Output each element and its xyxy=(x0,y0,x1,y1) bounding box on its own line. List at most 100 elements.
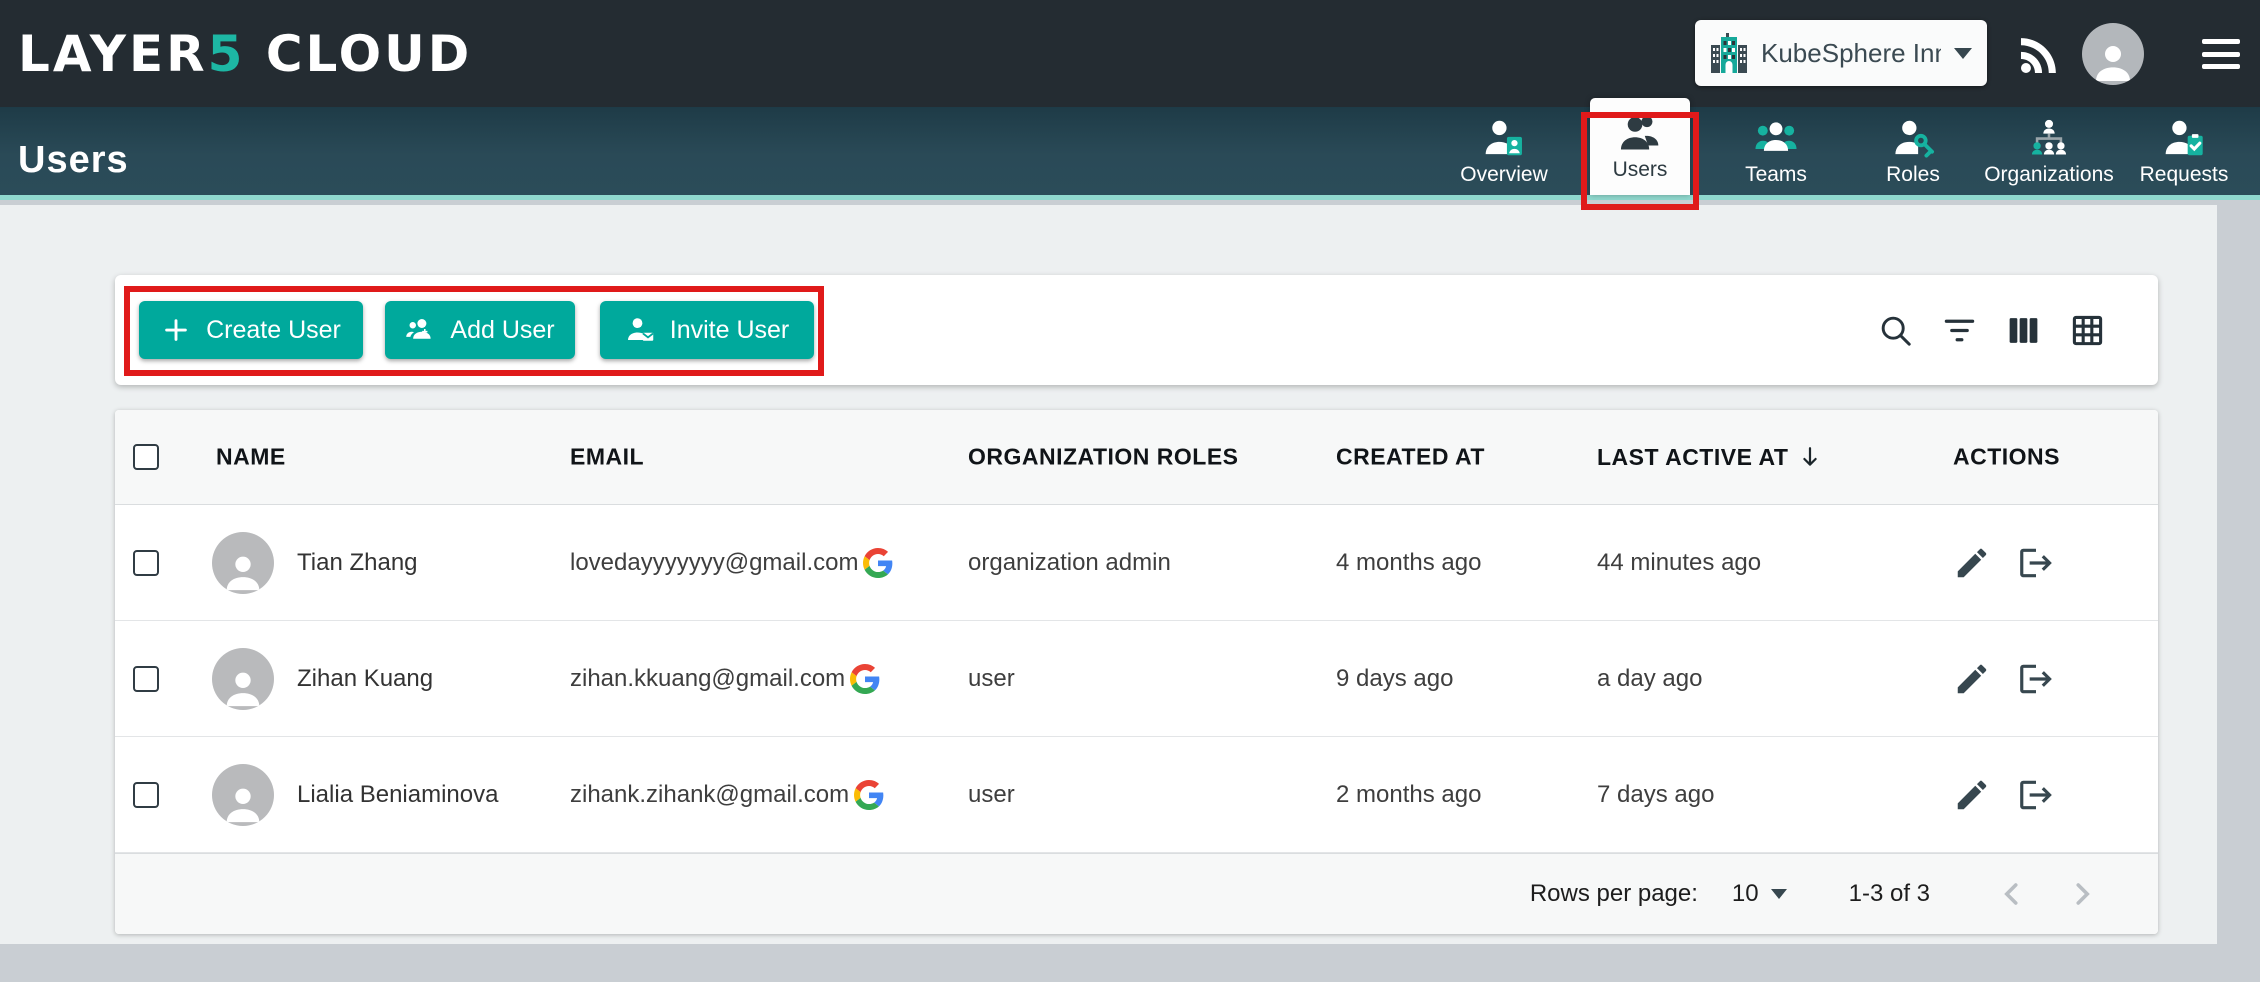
logo-five-text: 5 xyxy=(208,25,246,83)
users-toolbar-card: Create User Add User Invite User xyxy=(115,275,2158,385)
hamburger-menu-icon[interactable] xyxy=(2202,39,2240,69)
tab-overview[interactable]: Overview xyxy=(1434,107,1574,195)
column-header-name[interactable]: NAME xyxy=(216,444,286,471)
user-name: Zihan Kuang xyxy=(297,665,433,693)
google-icon xyxy=(854,780,884,810)
search-icon[interactable] xyxy=(1877,312,1914,349)
top-header: LAYER5 CLOUD KubeSphere Innov xyxy=(0,0,2260,107)
secondary-nav-bar: Users Overview Users Te xyxy=(0,107,2260,200)
tab-requests[interactable]: Requests xyxy=(2114,107,2254,195)
user-name: Lialia Beniaminova xyxy=(297,781,498,809)
user-last-active-at: 44 minutes ago xyxy=(1597,549,1761,577)
add-user-button[interactable]: Add User xyxy=(385,301,575,359)
table-row: Tian Zhang lovedayyyyyyy@gmail.com organ… xyxy=(115,505,2158,621)
tab-roles[interactable]: Roles xyxy=(1843,107,1983,195)
avatar-person-icon xyxy=(220,548,266,594)
row-avatar xyxy=(212,648,274,710)
chevron-down-icon xyxy=(1771,889,1787,899)
tab-users-selected[interactable]: Users xyxy=(1590,98,1690,195)
plus-icon xyxy=(161,315,191,345)
person-key-icon xyxy=(1891,116,1935,160)
sort-desc-arrow-icon[interactable] xyxy=(1796,443,1824,471)
person-clipboard-icon xyxy=(2162,116,2206,160)
row-avatar xyxy=(212,532,274,594)
user-email: zihank.zihank@gmail.com xyxy=(570,781,849,809)
org-hierarchy-icon xyxy=(2027,116,2071,160)
google-icon xyxy=(850,664,880,694)
table-row: Zihan Kuang zihan.kkuang@gmail.com user … xyxy=(115,621,2158,737)
chevron-right-icon[interactable] xyxy=(2064,876,2100,912)
user-avatar[interactable] xyxy=(2082,23,2144,85)
chevron-down-icon xyxy=(1954,48,1972,59)
person-add-icon xyxy=(405,315,435,345)
tab-label: Users xyxy=(1613,158,1668,182)
user-org-role: organization admin xyxy=(968,549,1171,577)
user-email: zihan.kkuang@gmail.com xyxy=(570,665,845,693)
team-icon xyxy=(1754,116,1798,160)
pagination-range: 1-3 of 3 xyxy=(1849,880,1930,908)
content-area: Create User Add User Invite User xyxy=(0,205,2217,944)
building-icon xyxy=(1710,32,1748,74)
user-email: lovedayyyyyyy@gmail.com xyxy=(570,549,858,577)
user-created-at: 9 days ago xyxy=(1336,665,1453,693)
rows-per-page-label: Rows per page: xyxy=(1530,880,1698,908)
avatar-person-icon xyxy=(220,780,266,826)
table-tools xyxy=(1877,275,2106,385)
user-created-at: 4 months ago xyxy=(1336,549,1481,577)
tab-organizations[interactable]: Organizations xyxy=(1979,107,2119,195)
table-row: Lialia Beniaminova zihank.zihank@gmail.c… xyxy=(115,737,2158,853)
people-icon xyxy=(1618,111,1662,155)
person-invite-icon xyxy=(625,315,655,345)
column-header-created-at[interactable]: CREATED AT xyxy=(1336,444,1485,471)
rows-per-page-select[interactable]: 10 xyxy=(1732,880,1787,908)
person-badge-icon xyxy=(1482,116,1526,160)
avatar-person-icon xyxy=(220,664,266,710)
user-last-active-at: 7 days ago xyxy=(1597,781,1714,809)
org-switcher[interactable]: KubeSphere Innov xyxy=(1695,20,1987,86)
avatar-person-icon xyxy=(2089,37,2137,85)
view-columns-icon[interactable] xyxy=(2005,312,2042,349)
filter-icon[interactable] xyxy=(1941,312,1978,349)
tab-label: Organizations xyxy=(1984,163,2114,187)
tab-label: Teams xyxy=(1745,163,1807,187)
row-checkbox[interactable] xyxy=(133,666,159,692)
select-all-checkbox[interactable] xyxy=(133,444,159,470)
create-user-button[interactable]: Create User xyxy=(139,301,363,359)
chevron-left-icon[interactable] xyxy=(1994,876,2030,912)
grid-icon[interactable] xyxy=(2069,312,2106,349)
rss-icon[interactable] xyxy=(2016,32,2062,78)
row-checkbox[interactable] xyxy=(133,550,159,576)
edit-pencil-icon[interactable] xyxy=(1953,776,1991,814)
column-header-email[interactable]: EMAIL xyxy=(570,444,644,471)
remove-user-icon[interactable] xyxy=(2017,544,2055,582)
logo-cloud-text: CLOUD xyxy=(245,25,472,83)
tab-label: Requests xyxy=(2140,163,2229,187)
users-table: NAME EMAIL ORGANIZATION ROLES CREATED AT… xyxy=(115,410,2158,934)
logo-layer-text: LAYER xyxy=(18,25,208,83)
tab-label: Roles xyxy=(1886,163,1940,187)
edit-pencil-icon[interactable] xyxy=(1953,544,1991,582)
column-header-org-roles[interactable]: ORGANIZATION ROLES xyxy=(968,444,1239,471)
tab-label: Overview xyxy=(1460,163,1548,187)
user-org-role: user xyxy=(968,665,1015,693)
layer5-cloud-logo[interactable]: LAYER5 CLOUD xyxy=(18,25,472,83)
table-header-row: NAME EMAIL ORGANIZATION ROLES CREATED AT… xyxy=(115,410,2158,505)
invite-user-button[interactable]: Invite User xyxy=(600,301,814,359)
row-checkbox[interactable] xyxy=(133,782,159,808)
row-avatar xyxy=(212,764,274,826)
remove-user-icon[interactable] xyxy=(2017,660,2055,698)
user-last-active-at: a day ago xyxy=(1597,665,1702,693)
user-created-at: 2 months ago xyxy=(1336,781,1481,809)
column-header-last-active-at[interactable]: LAST ACTIVE AT xyxy=(1597,443,1824,471)
table-pagination: Rows per page: 10 1-3 of 3 xyxy=(115,853,2158,934)
remove-user-icon[interactable] xyxy=(2017,776,2055,814)
column-header-actions: ACTIONS xyxy=(1953,444,2060,471)
edit-pencil-icon[interactable] xyxy=(1953,660,1991,698)
google-icon xyxy=(863,548,893,578)
user-org-role: user xyxy=(968,781,1015,809)
user-name: Tian Zhang xyxy=(297,549,418,577)
tab-teams[interactable]: Teams xyxy=(1706,107,1846,195)
rows-per-page-value: 10 xyxy=(1732,880,1759,908)
org-switcher-label: KubeSphere Innov xyxy=(1761,38,1941,69)
page-title: Users xyxy=(18,139,129,182)
